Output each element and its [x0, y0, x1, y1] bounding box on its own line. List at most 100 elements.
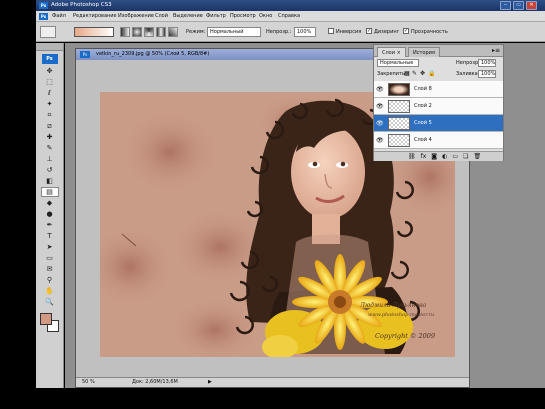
adjustment-layer-icon[interactable]: ◐ — [442, 153, 447, 161]
layer-name: Слой 2 — [414, 103, 432, 109]
lock-transparency-icon[interactable]: ▦ — [404, 70, 410, 77]
angle-gradient-icon[interactable] — [144, 27, 154, 37]
type-tool-icon[interactable]: T — [41, 231, 59, 241]
toolbox-header[interactable] — [36, 43, 63, 51]
dither-checkbox[interactable]: ✓ — [366, 28, 372, 34]
transparency-checkbox[interactable]: ✓ — [403, 28, 409, 34]
notes-tool-icon[interactable]: ✉ — [41, 264, 59, 274]
zoom-tool-icon[interactable]: 🔍 — [41, 297, 59, 307]
mode-select[interactable]: Нормальный — [207, 27, 261, 37]
menu-file[interactable]: Файл — [52, 13, 66, 20]
invert-checkbox[interactable] — [328, 28, 334, 34]
lock-position-icon[interactable]: ✥ — [420, 70, 425, 77]
menu-select[interactable]: Выделение — [173, 13, 203, 20]
tool-list: ✥ ⬚ ℓ ✦ ⌗ ⧄ ✚ ✎ ⊥ ↺ ◧ ▤ ◆ ● ✒ T ➤ ▭ ✉ ⚲ ✋ 🔍 — [36, 66, 63, 307]
layer-row[interactable]: 👁 Слой 8 — [374, 81, 503, 98]
healing-brush-tool-icon[interactable]: ✚ — [41, 132, 59, 142]
magic-wand-tool-icon[interactable]: ✦ — [41, 99, 59, 109]
new-layer-icon[interactable]: ❏ — [463, 153, 468, 161]
menu-layer[interactable]: Слой — [155, 13, 168, 20]
menu-help[interactable]: Справка — [278, 13, 300, 20]
tab-layers[interactable]: Слои × — [377, 47, 406, 57]
watermark-copyright: Copyright © 2009 — [375, 332, 436, 340]
shape-tool-icon[interactable]: ▭ — [41, 253, 59, 263]
layer-thumbnail — [388, 117, 410, 130]
menu-filter[interactable]: Фильтр — [206, 13, 226, 20]
lock-pixels-icon[interactable]: ✎ — [412, 70, 417, 77]
move-tool-icon[interactable]: ✥ — [41, 66, 59, 76]
visibility-eye-icon[interactable]: 👁 — [376, 121, 384, 127]
add-mask-icon[interactable]: ◙ — [431, 153, 437, 161]
layers-lock-row: Закрепить: ▦ ✎ ✥ 🔒 Заливка: 100% — [374, 70, 503, 79]
fill-field[interactable]: 100% — [478, 70, 496, 78]
gradient-tool-icon[interactable]: ▤ — [40, 187, 59, 197]
photoshop-icon: Ps — [39, 2, 48, 9]
lock-all-icon[interactable]: 🔒 — [428, 70, 435, 77]
layer-thumbnail — [388, 83, 410, 96]
blend-mode-select[interactable]: Нормальные — [377, 59, 419, 67]
layer-row[interactable]: 👁 Слой 2 — [374, 98, 503, 115]
link-layers-icon[interactable]: ⛓ — [408, 153, 416, 161]
slice-tool-icon[interactable]: ⧄ — [41, 121, 59, 131]
menu-window[interactable]: Окно — [259, 13, 272, 20]
history-brush-tool-icon[interactable]: ↺ — [41, 165, 59, 175]
diamond-gradient-icon[interactable] — [168, 27, 178, 37]
ps-menu-icon[interactable]: Ps — [39, 13, 48, 20]
layer-row[interactable]: 👁 Слой 5 — [374, 115, 503, 132]
document-size[interactable]: Док: 2,60М/13,6М — [132, 378, 178, 387]
foreground-color-swatch[interactable] — [39, 313, 52, 325]
eyedropper-tool-icon[interactable]: ⚲ — [41, 275, 59, 285]
opacity-field[interactable]: 100% — [294, 27, 316, 37]
fx-icon[interactable]: fx — [421, 153, 427, 161]
watermark-url: www.photoshop-master.ru — [368, 312, 435, 318]
layer-row[interactable]: 👁 Слой 4 — [374, 132, 503, 149]
layers-panel-footer: ⛓ fx ◙ ◐ ▭ ❏ 🗑 — [374, 151, 503, 161]
panel-menu-icon[interactable]: ▸≡ — [492, 47, 500, 54]
crop-tool-icon[interactable]: ⌗ — [41, 110, 59, 120]
path-selection-tool-icon[interactable]: ➤ — [41, 242, 59, 252]
lasso-tool-icon[interactable]: ℓ — [41, 88, 59, 98]
dodge-tool-icon[interactable]: ● — [41, 209, 59, 219]
minimize-button[interactable]: ‒ — [500, 1, 511, 10]
fill-label: Заливка: — [456, 71, 480, 77]
status-arrow-icon[interactable]: ▶ — [208, 378, 212, 387]
layer-thumbnail — [388, 100, 410, 113]
blur-tool-icon[interactable]: ◆ — [41, 198, 59, 208]
photoshop-app: Ps Adobe Photoshop CS3 ‒ ▭ ✕ Ps Файл Ред… — [0, 0, 545, 409]
pen-tool-icon[interactable]: ✒ — [41, 220, 59, 230]
maximize-button[interactable]: ▭ — [513, 1, 524, 10]
gradient-swatch[interactable] — [74, 27, 114, 37]
hand-tool-icon[interactable]: ✋ — [41, 286, 59, 296]
menu-edit[interactable]: Редактирование — [73, 13, 117, 20]
visibility-eye-icon[interactable]: 👁 — [376, 138, 384, 144]
layers-opacity-field[interactable]: 100% — [478, 59, 496, 67]
marquee-tool-icon[interactable]: ⬚ — [41, 77, 59, 87]
mode-label: Режим: — [186, 29, 206, 35]
menu-bar: Ps Файл Редактирование Изображение Слой … — [36, 11, 545, 22]
toolbox-ps-logo[interactable]: Ps — [41, 54, 58, 64]
color-swatches — [38, 311, 62, 335]
layer-thumbnail — [388, 134, 410, 147]
tab-history[interactable]: История — [408, 47, 440, 57]
visibility-eye-icon[interactable]: 👁 — [376, 87, 384, 93]
eraser-tool-icon[interactable]: ◧ — [41, 176, 59, 186]
linear-gradient-icon[interactable] — [120, 27, 130, 37]
layers-panel: Слои × История ▸≡ Нормальные Непрозр.: 1… — [373, 44, 504, 161]
transparency-label: Прозрачность — [411, 29, 448, 35]
menu-view[interactable]: Просмотр — [230, 13, 256, 20]
document-status-bar: 50 % Док: 2,60М/13,6М ▶ — [76, 377, 469, 387]
close-button[interactable]: ✕ — [526, 1, 537, 10]
tool-preset-picker[interactable] — [40, 26, 56, 38]
layer-name: Слой 8 — [414, 86, 432, 92]
clone-stamp-tool-icon[interactable]: ⊥ — [41, 154, 59, 164]
options-bar: Режим: Нормальный Непрозр.: 100% Инверси… — [36, 22, 545, 42]
new-group-icon[interactable]: ▭ — [452, 153, 458, 161]
brush-tool-icon[interactable]: ✎ — [41, 143, 59, 153]
visibility-eye-icon[interactable]: 👁 — [376, 104, 384, 110]
reflected-gradient-icon[interactable] — [156, 27, 166, 37]
trash-icon[interactable]: 🗑 — [473, 153, 481, 161]
layers-mode-row: Нормальные Непрозр.: 100% — [374, 59, 503, 68]
menu-image[interactable]: Изображение — [118, 13, 154, 20]
radial-gradient-icon[interactable] — [132, 27, 142, 37]
zoom-level[interactable]: 50 % — [82, 378, 95, 387]
